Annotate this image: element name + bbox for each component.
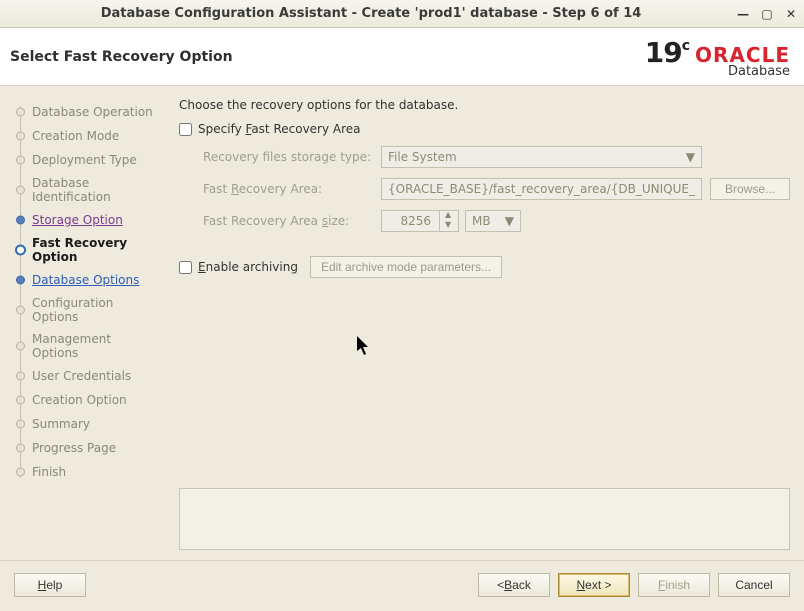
window-controls: — ▢ ✕ (736, 7, 798, 21)
next-button[interactable]: Next > (558, 573, 630, 597)
step-fast-recovery-option[interactable]: Fast Recovery Option (16, 232, 155, 268)
close-icon[interactable]: ✕ (784, 7, 798, 21)
storage-type-label: Recovery files storage type: (203, 150, 373, 164)
fra-size-spinner[interactable]: 8256 ▲ ▼ (381, 210, 459, 232)
enable-archiving-row: Enable archiving Edit archive mode param… (179, 256, 790, 278)
window-title: Database Configuration Assistant - Creat… (6, 6, 736, 21)
step-progress-page[interactable]: Progress Page (16, 436, 155, 460)
oracle-logo: 19c ORACLE Database (645, 36, 790, 78)
storage-type-value: File System (388, 150, 457, 164)
enable-archiving-label: Enable archiving (198, 260, 298, 274)
page-title: Select Fast Recovery Option (10, 49, 233, 65)
logo-sub: Database (728, 65, 790, 78)
step-summary[interactable]: Summary (16, 412, 155, 436)
step-creation-option[interactable]: Creation Option (16, 388, 155, 412)
specify-fra-option[interactable]: Specify Fast Recovery Area (179, 122, 790, 136)
message-area (179, 488, 790, 550)
step-creation-mode[interactable]: Creation Mode (16, 124, 155, 148)
fra-size-label: Fast Recovery Area size: (203, 214, 373, 228)
step-configuration-options[interactable]: Configuration Options (16, 292, 155, 328)
edit-archive-params-button[interactable]: Edit archive mode parameters... (310, 256, 502, 278)
fra-label: Fast Recovery Area: (203, 182, 373, 196)
step-finish[interactable]: Finish (16, 460, 155, 484)
step-database-options[interactable]: Database Options (16, 268, 155, 292)
logo-version: 19c (645, 36, 689, 69)
chevron-down-icon: ▼ (505, 214, 514, 228)
maximize-icon[interactable]: ▢ (760, 7, 774, 21)
specify-fra-label: Specify Fast Recovery Area (198, 122, 361, 136)
spinner-buttons[interactable]: ▲ ▼ (439, 211, 456, 231)
page-header: Select Fast Recovery Option 19c ORACLE D… (0, 28, 804, 86)
wizard-footer: Help < Back Next > Finish Cancel (0, 561, 804, 609)
nav-buttons: < Back Next > Finish Cancel (478, 573, 790, 597)
back-button[interactable]: < Back (478, 573, 550, 597)
step-deployment-type[interactable]: Deployment Type (16, 148, 155, 172)
spin-down-icon[interactable]: ▼ (440, 221, 456, 231)
fra-size-unit-select[interactable]: MB ▼ (465, 210, 521, 232)
fra-size-unit: MB (472, 214, 491, 228)
instruction-text: Choose the recovery options for the data… (179, 98, 790, 112)
wizard-sidebar: Database Operation Creation Mode Deploym… (0, 86, 161, 560)
help-button[interactable]: Help (14, 573, 86, 597)
fra-path-field[interactable]: {ORACLE_BASE}/fast_recovery_area/{DB_UNI… (381, 178, 702, 200)
step-database-operation[interactable]: Database Operation (16, 100, 155, 124)
step-management-options[interactable]: Management Options (16, 328, 155, 364)
window-titlebar: Database Configuration Assistant - Creat… (0, 0, 804, 28)
step-database-identification[interactable]: Database Identification (16, 172, 155, 208)
chevron-down-icon: ▼ (686, 150, 695, 164)
enable-archiving-checkbox[interactable] (179, 261, 192, 274)
main-region: Database Operation Creation Mode Deploym… (0, 86, 804, 561)
minimize-icon[interactable]: — (736, 7, 750, 21)
step-storage-option[interactable]: Storage Option (16, 208, 155, 232)
enable-archiving-option[interactable]: Enable archiving (179, 260, 298, 274)
step-list: Database Operation Creation Mode Deploym… (16, 100, 155, 484)
fra-size-row: 8256 ▲ ▼ MB ▼ (381, 210, 702, 232)
step-user-credentials[interactable]: User Credentials (16, 364, 155, 388)
logo-brand: ORACLE (695, 45, 790, 65)
content-pane: Choose the recovery options for the data… (161, 86, 804, 560)
browse-button[interactable]: Browse... (710, 178, 790, 200)
cancel-button[interactable]: Cancel (718, 573, 790, 597)
fra-form: Recovery files storage type: File System… (203, 146, 790, 232)
specify-fra-checkbox[interactable] (179, 123, 192, 136)
finish-button[interactable]: Finish (638, 573, 710, 597)
fra-size-value: 8256 (388, 214, 435, 228)
storage-type-select[interactable]: File System ▼ (381, 146, 702, 168)
